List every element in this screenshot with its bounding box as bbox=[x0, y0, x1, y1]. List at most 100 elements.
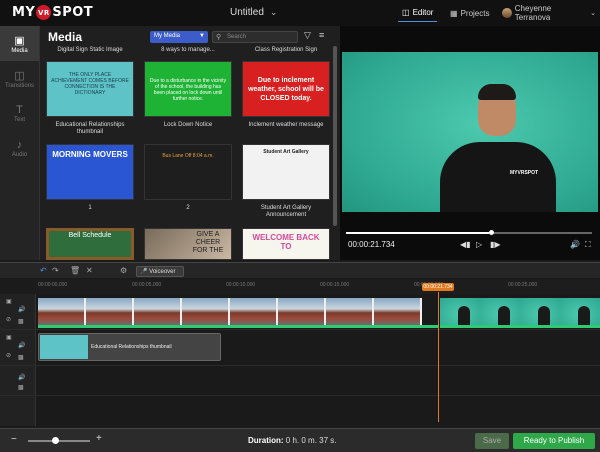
current-time: 00:00:21.734 bbox=[348, 240, 395, 249]
project-title[interactable]: Untitled ⌄ bbox=[230, 7, 277, 18]
logo-text-left: MY bbox=[12, 5, 36, 20]
media-item-title: Inclement weather message bbox=[248, 122, 324, 128]
media-item-title: 1 bbox=[88, 205, 92, 211]
media-scrollbar[interactable] bbox=[333, 46, 337, 226]
settings-icon[interactable]: ⚙ bbox=[120, 266, 127, 275]
split-icon[interactable]: ✕ bbox=[86, 266, 93, 275]
image-icon: ▣ bbox=[14, 34, 25, 47]
zoom-handle[interactable] bbox=[52, 437, 59, 444]
clip-frame bbox=[278, 298, 326, 325]
avatar bbox=[502, 8, 512, 18]
volume-icon[interactable]: 🔊 bbox=[18, 306, 25, 313]
editor-button[interactable]: ◫ Editor bbox=[398, 4, 438, 22]
seek-bar[interactable] bbox=[346, 230, 592, 235]
filter-icon[interactable]: ▽ bbox=[304, 30, 311, 41]
playhead-line[interactable] bbox=[438, 292, 439, 422]
image-clip[interactable]: Educational Relationships thumbnail bbox=[38, 333, 221, 361]
rail-text[interactable]: T Text bbox=[0, 96, 39, 131]
ready-to-publish-button[interactable]: Ready to Publish bbox=[513, 433, 595, 449]
clip-frame bbox=[182, 298, 230, 325]
media-thumbnail[interactable]: THE ONLY PLACE ACHIEVEMENT COMES BEFORE … bbox=[46, 61, 134, 117]
logo-mark: VR bbox=[36, 5, 52, 20]
clip-thumbnail bbox=[40, 335, 88, 359]
media-thumbnail[interactable]: MORNING MOVERS bbox=[46, 144, 134, 200]
trash-icon[interactable]: ▩ bbox=[18, 354, 24, 361]
media-item-title: 2 bbox=[186, 205, 190, 211]
sort-icon[interactable]: ≡ bbox=[319, 30, 324, 40]
step-forward-icon[interactable]: ▮▶ bbox=[490, 240, 501, 249]
clip-frame bbox=[520, 298, 560, 325]
save-button[interactable]: Save bbox=[475, 433, 509, 449]
presenter-body bbox=[440, 142, 556, 212]
bottom-bar: − + Duration: 0 h. 0 m. 37 s. Save Ready… bbox=[0, 428, 600, 452]
rail-transitions[interactable]: ◫ Transitions bbox=[0, 61, 39, 96]
timeline-ruler[interactable]: 00:00:00.000 00:00:05.000 00:00:10.000 0… bbox=[36, 280, 600, 294]
trash-icon[interactable]: ▩ bbox=[18, 384, 24, 391]
chevron-down-icon: ⌄ bbox=[269, 7, 278, 17]
rail-audio[interactable]: ♪ Audio bbox=[0, 131, 39, 166]
playhead-time[interactable]: 00:00:21.734 bbox=[422, 283, 454, 291]
logo-text-right: SPOT bbox=[52, 5, 94, 20]
volume-icon[interactable]: 🔊 bbox=[18, 374, 25, 381]
video-clip[interactable] bbox=[440, 298, 600, 328]
monitor-icon: ◫ bbox=[402, 8, 410, 17]
lock-icon[interactable]: ⊘ bbox=[6, 316, 11, 323]
user-menu[interactable]: Cheyenne Terranova ⌄ bbox=[498, 4, 600, 22]
ruler-tick: 00:00:10.000 bbox=[226, 282, 256, 288]
media-item-title: Student Art Gallery Announcement bbox=[260, 205, 312, 218]
trash-icon[interactable]: ▩ bbox=[18, 318, 24, 325]
project-title-text: Untitled bbox=[230, 7, 264, 18]
fullscreen-icon[interactable]: ⛶ bbox=[585, 240, 591, 250]
top-bar: MY VR SPOT Untitled ⌄ ◫ Editor ▦ Projects C… bbox=[0, 0, 600, 26]
media-filter-select[interactable]: My Media ▼ bbox=[150, 31, 208, 43]
duration-value: 0 h. 0 m. 37 s. bbox=[285, 436, 337, 445]
empty-track-area bbox=[0, 396, 600, 426]
track-type-icon: ▣ bbox=[6, 299, 12, 305]
rail-media[interactable]: ▣ Media bbox=[0, 26, 39, 61]
video-clip[interactable] bbox=[38, 298, 438, 328]
seek-handle[interactable] bbox=[488, 230, 494, 235]
play-icon[interactable]: ▷ bbox=[476, 240, 482, 249]
clip-label: Educational Relationships thumbnail bbox=[91, 344, 172, 350]
media-thumbnail[interactable]: WELCOME BACK TO bbox=[242, 228, 330, 260]
shirt-logo: MYVRSPOT bbox=[510, 170, 539, 176]
volume-icon[interactable]: 🔊 bbox=[570, 240, 580, 249]
media-thumbnail[interactable]: Due to inclement weather, school will be… bbox=[242, 61, 330, 117]
text-icon: T bbox=[16, 104, 23, 116]
media-thumbnail[interactable]: Bell Schedule bbox=[46, 228, 134, 260]
undo-icon[interactable]: ↶ bbox=[40, 266, 47, 275]
grid-icon: ▦ bbox=[450, 8, 458, 18]
lock-icon[interactable]: ⊘ bbox=[6, 352, 11, 359]
clip-frame bbox=[86, 298, 134, 325]
zoom-slider[interactable] bbox=[28, 440, 90, 442]
media-item-title: Educational Relationships thumbnail bbox=[55, 122, 125, 135]
presenter-hair bbox=[478, 84, 516, 100]
clip-frame bbox=[374, 298, 422, 325]
search-input[interactable]: ⚲ Search bbox=[212, 31, 298, 43]
media-item-title: Digital Sign Static Image bbox=[57, 47, 123, 53]
app-logo[interactable]: MY VR SPOT bbox=[12, 5, 93, 20]
step-back-icon[interactable]: ◀▮ bbox=[460, 240, 471, 249]
video-frame[interactable]: MYVRSPOT bbox=[342, 52, 598, 212]
redo-icon[interactable]: ↷ bbox=[52, 266, 59, 275]
chevron-down-icon: ⌄ bbox=[590, 10, 596, 17]
left-rail: ▣ Media ◫ Transitions T Text ♪ Audio bbox=[0, 26, 40, 260]
clip-frame bbox=[560, 298, 600, 325]
video-preview: MYVRSPOT 00:00:21.734 ◀▮ ▷ ▮▶ 🔊 ⛶ bbox=[340, 26, 600, 260]
trash-icon[interactable]: 🗑 bbox=[70, 266, 80, 275]
zoom-out-icon[interactable]: − bbox=[11, 434, 17, 445]
volume-icon[interactable]: 🔊 bbox=[18, 342, 25, 349]
media-item-title: Class Registration Sign bbox=[254, 47, 318, 53]
voiceover-button[interactable]: 🎤 Voiceover bbox=[136, 266, 184, 277]
media-thumbnail[interactable]: GIVE A CHEER FOR THE bbox=[144, 228, 232, 260]
zoom-in-icon[interactable]: + bbox=[96, 433, 102, 444]
ruler-tick: 00:00:00.000 bbox=[38, 282, 68, 288]
media-thumbnail[interactable]: Due to a disturbance in the vicinity of … bbox=[144, 61, 232, 117]
media-thumbnail[interactable]: Student Art Gallery bbox=[242, 144, 330, 200]
video-track: ▣ 🔊 ⊘ ▩ bbox=[0, 294, 600, 330]
duration-label: Duration: bbox=[248, 436, 284, 445]
clip-frame bbox=[440, 298, 480, 325]
clip-frame bbox=[38, 298, 86, 325]
media-thumbnail[interactable]: Bus Lane Off 8:04 a.m. bbox=[144, 144, 232, 200]
projects-button[interactable]: ▦ Projects bbox=[446, 4, 493, 22]
